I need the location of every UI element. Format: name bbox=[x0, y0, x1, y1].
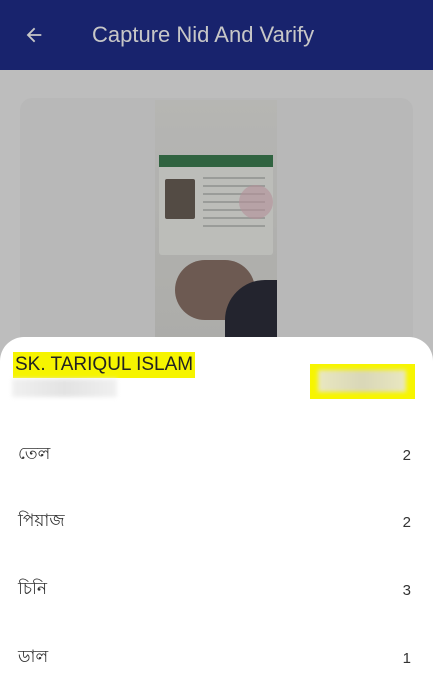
item-quantity: 1 bbox=[402, 649, 411, 667]
redacted-text bbox=[12, 379, 117, 397]
list-item[interactable]: ডাল 1 bbox=[0, 638, 433, 678]
bottom-sheet: SK. TARIQUL ISLAM তেল 2 পিয়াজ 2 চিনি 3 … bbox=[0, 337, 433, 697]
item-quantity: 3 bbox=[402, 581, 411, 599]
redacted-highlight bbox=[310, 364, 415, 399]
list-item[interactable]: পিয়াজ 2 bbox=[0, 502, 433, 542]
item-quantity: 2 bbox=[402, 513, 411, 531]
item-name: পিয়াজ bbox=[18, 511, 65, 531]
item-name: তেল bbox=[18, 444, 51, 464]
item-quantity: 2 bbox=[402, 446, 411, 464]
list-item[interactable]: তেল 2 bbox=[0, 435, 433, 475]
item-name: ডাল bbox=[18, 647, 49, 667]
customer-name: SK. TARIQUL ISLAM bbox=[13, 352, 196, 378]
list-item[interactable]: চিনি 3 bbox=[0, 570, 433, 610]
item-name: চিনি bbox=[18, 579, 48, 599]
